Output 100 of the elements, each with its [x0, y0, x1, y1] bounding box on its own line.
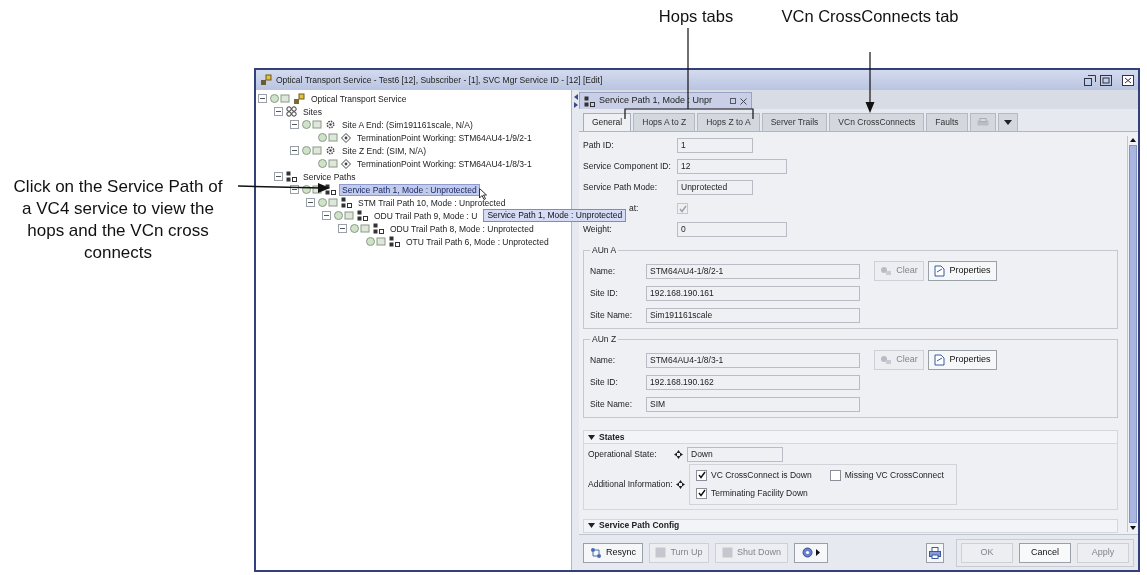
status-icons [270, 94, 290, 103]
text-field[interactable]: Down [687, 446, 783, 462]
callout-text: VCn CrossConnects tab [780, 6, 960, 26]
resync-icon [590, 546, 602, 559]
maximize-icon[interactable] [1100, 74, 1112, 86]
collapse-icon[interactable] [274, 107, 283, 116]
caret-right-icon [816, 549, 820, 556]
collapse-icon[interactable] [290, 185, 299, 194]
path-icon [286, 171, 297, 182]
group-legend: AUn A [590, 245, 619, 256]
document-icon [934, 265, 946, 277]
tooltip: Service Path 1, Mode : Unprotected [483, 209, 627, 222]
status-icons [318, 159, 338, 168]
field-label: Site Name: [590, 308, 634, 322]
tree-item[interactable]: STM Trail Path 10, Mode : Unprotected [355, 196, 509, 209]
callout-arrow [865, 51, 875, 113]
diamond-icon [341, 132, 351, 143]
tab[interactable]: Server Trails [761, 113, 828, 131]
printer-icon [929, 546, 941, 559]
menu-button[interactable] [794, 542, 828, 563]
document-icon [934, 354, 946, 366]
properties-button[interactable]: Properties [928, 261, 997, 281]
checkbox[interactable] [696, 469, 707, 481]
field-label: Site ID: [590, 286, 619, 300]
checkbox-label: VC CrossConnect is Down [711, 469, 812, 482]
app-icon [260, 74, 272, 86]
resync-button[interactable]: Resync [583, 542, 643, 563]
properties-button[interactable]: Properties [928, 350, 997, 370]
document-tab[interactable]: Service Path 1, Mode : Unpr [579, 92, 753, 109]
checkbox[interactable] [696, 487, 707, 499]
tree-item[interactable]: ODU Trail Path 8, Mode : Unprotected [387, 222, 537, 235]
tab[interactable]: Hops Z to A [697, 113, 760, 131]
mouse-pointer-icon [478, 187, 487, 200]
callout-text: Click on the Service Path of a VC4 service to view the hops and the VCn cross connects [12, 176, 224, 264]
section-header[interactable]: Service Path Config [583, 518, 1118, 533]
tree-item[interactable]: OTU Trail Path 6, Mode : Unprotected [403, 235, 552, 248]
square-icon [655, 547, 667, 558]
tree-item[interactable]: Site A End: (Sim191161scale, N/A) [339, 118, 476, 131]
path-icon [584, 95, 595, 107]
checkbox[interactable] [829, 469, 841, 481]
restore-icon[interactable] [1084, 74, 1096, 86]
status-icons [318, 133, 338, 142]
caret-icon [588, 434, 595, 440]
collapse-icon[interactable] [290, 120, 299, 129]
collapse-icon[interactable] [274, 172, 283, 181]
collapse-icon[interactable] [338, 224, 347, 233]
text-field[interactable]: 192.168.190.161 [646, 285, 860, 301]
field-label: Path ID: [583, 139, 615, 152]
tab[interactable]: Faults [926, 113, 968, 131]
field-label: at: [628, 202, 640, 215]
status-icons [302, 146, 322, 155]
text-field[interactable]: 12 [677, 159, 787, 174]
tree-item[interactable]: Site Z End: (SIM, N/A) [339, 144, 430, 157]
tree-item[interactable]: TerminationPoint Working: STM64AU4-1/8/3-1 [354, 157, 535, 170]
field-label: Additional Information: [588, 477, 674, 491]
scrollbar[interactable] [1127, 136, 1138, 532]
field-label: Service Path Mode: [583, 181, 659, 194]
collapse-icon[interactable] [306, 198, 315, 207]
tree-item[interactable]: ODU Trail Path 9, Mode : U [371, 209, 481, 222]
tree-item[interactable]: TerminationPoint Working: STM64AU4-1/9/2-1 [354, 131, 535, 144]
text-field[interactable]: 0 [677, 222, 787, 237]
move-icon [674, 449, 683, 459]
close-icon[interactable] [740, 97, 748, 105]
minimize-icon[interactable] [730, 98, 737, 104]
move-icon [676, 479, 685, 489]
print-button[interactable] [926, 542, 944, 563]
tab-menu-button[interactable] [997, 113, 1018, 131]
checkbox-label: Terminating Facility Down [711, 486, 808, 500]
text-field[interactable]: 192.168.190.162 [646, 374, 860, 390]
tree-item[interactable]: Service Paths [300, 170, 359, 183]
status-icons [318, 198, 338, 207]
collapse-icon[interactable] [290, 146, 299, 155]
text-field[interactable]: Unprotected [677, 180, 753, 195]
text-field[interactable]: SIM [646, 396, 860, 412]
status-icons [366, 237, 386, 246]
sites-icon [286, 106, 297, 117]
tab[interactable]: General [583, 113, 632, 131]
tree-item[interactable]: Optical Transport Service [308, 92, 410, 105]
field-label: Site ID: [590, 375, 619, 389]
group-legend: AUn Z [590, 334, 619, 345]
text-field[interactable]: STM64AU4-1/8/3-1 [646, 352, 860, 368]
collapse-icon[interactable] [322, 211, 331, 220]
status-icons [334, 211, 354, 220]
field-label: Name: [590, 264, 617, 278]
text-field[interactable]: STM64AU4-1/8/2-1 [646, 263, 860, 279]
tree-item[interactable]: Sites [300, 105, 325, 118]
callout-text: Hops tabs [657, 6, 735, 26]
text-field[interactable]: 1 [677, 138, 753, 153]
tree-item[interactable]: Service Path 1, Mode : Unprotected [339, 183, 480, 196]
square-icon [722, 547, 733, 558]
text-field[interactable]: Sim191161scale [646, 307, 860, 323]
close-icon[interactable] [1122, 74, 1134, 86]
caret-icon [1003, 120, 1012, 125]
field-label: Service Component ID: [583, 160, 672, 173]
printer-icon [976, 118, 989, 127]
tab[interactable]: Hops A to Z [633, 113, 696, 131]
dialog-button[interactable]: Cancel [1019, 542, 1071, 563]
tab[interactable]: VCn CrossConnects [829, 113, 925, 131]
section-header[interactable]: States [583, 430, 1118, 444]
collapse-icon[interactable] [258, 94, 267, 103]
